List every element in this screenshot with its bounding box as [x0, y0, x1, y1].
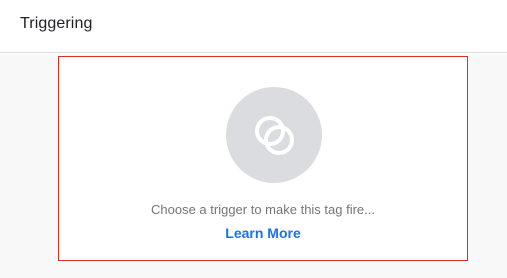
- trigger-icon: [255, 116, 294, 155]
- triggering-header: Triggering: [0, 0, 507, 53]
- trigger-selection-box[interactable]: Choose a trigger to make this tag fire..…: [58, 56, 468, 261]
- choose-trigger-button[interactable]: [226, 87, 322, 183]
- section-title: Triggering: [20, 15, 93, 32]
- learn-more-link[interactable]: Learn More: [59, 225, 467, 241]
- trigger-hint-text: Choose a trigger to make this tag fire..…: [151, 202, 375, 217]
